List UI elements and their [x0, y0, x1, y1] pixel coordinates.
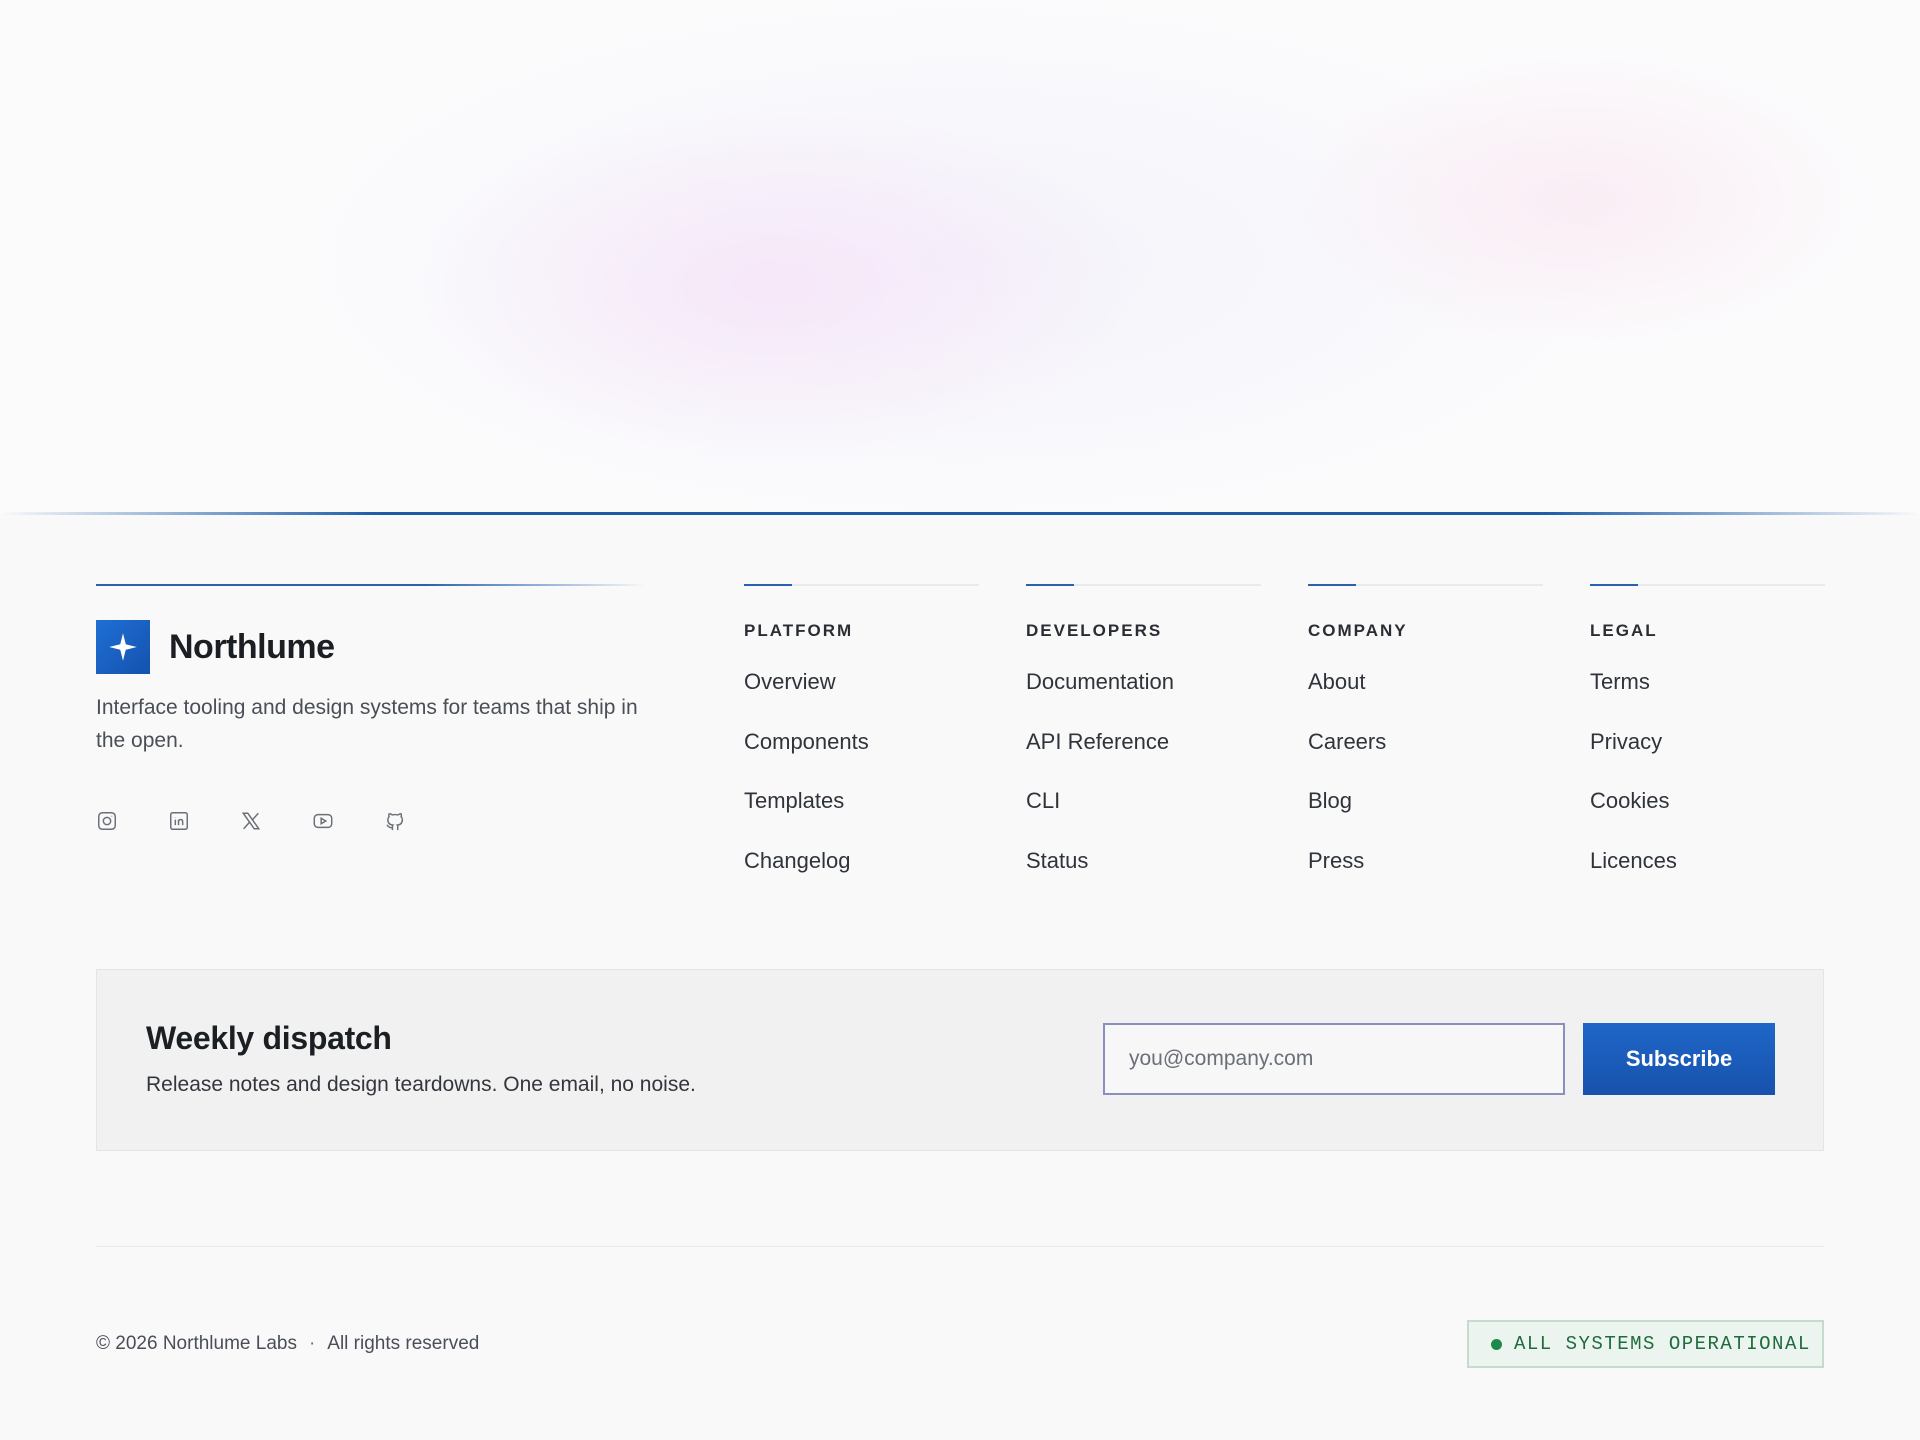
x-link[interactable]	[240, 810, 262, 832]
newsletter-panel: Weekly dispatch Release notes and design…	[96, 969, 1824, 1151]
site-footer: Northlume Interface tooling and design s…	[0, 515, 1920, 1440]
status-label: ALL SYSTEMS OPERATIONAL	[1514, 1333, 1811, 1355]
column-title: PLATFORM	[744, 621, 854, 640]
hero-background	[0, 0, 1920, 513]
footer-link-status[interactable]: Status	[1026, 848, 1261, 908]
footer-link-templates[interactable]: Templates	[744, 788, 979, 848]
brand-name: Northlume	[169, 627, 335, 666]
status-badge[interactable]: ALL SYSTEMS OPERATIONAL	[1467, 1320, 1824, 1368]
subscribe-button[interactable]: Subscribe	[1583, 1023, 1775, 1095]
copyright: © 2026 Northlume Labs · All rights reser…	[96, 1333, 479, 1355]
linkedin-icon	[170, 812, 188, 830]
newsletter-title: Weekly dispatch	[146, 1020, 392, 1056]
footer-link-changelog[interactable]: Changelog	[744, 848, 979, 908]
youtube-link[interactable]	[312, 810, 334, 832]
column-title: DEVELOPERS	[1026, 621, 1163, 640]
footer-link-careers[interactable]: Careers	[1308, 729, 1543, 789]
logo-icon	[96, 620, 150, 674]
footer-column-company: COMPANY About Careers Blog Press	[1308, 584, 1543, 907]
footer-link-terms[interactable]: Terms	[1590, 669, 1825, 729]
social-links	[96, 810, 406, 832]
instagram-icon	[98, 812, 116, 830]
bottom-divider	[96, 1246, 1824, 1247]
youtube-icon	[313, 813, 333, 829]
copyright-separator: ·	[308, 1333, 316, 1354]
instagram-link[interactable]	[96, 810, 118, 832]
footer-column-legal: LEGAL Terms Privacy Cookies Licences	[1590, 584, 1825, 907]
brand-tagline: Interface tooling and design systems for…	[96, 696, 638, 752]
linkedin-link[interactable]	[168, 810, 190, 832]
column-rule	[1308, 584, 1543, 586]
footer-link-components[interactable]: Components	[744, 729, 979, 789]
footer-link-privacy[interactable]: Privacy	[1590, 729, 1825, 789]
x-icon	[241, 812, 261, 830]
status-dot-icon	[1491, 1338, 1502, 1350]
footer-link-cli[interactable]: CLI	[1026, 788, 1261, 848]
brand-rule	[96, 584, 646, 586]
footer-column-platform: PLATFORM Overview Components Templates C…	[744, 584, 979, 907]
column-rule	[744, 584, 979, 586]
footer-link-about[interactable]: About	[1308, 669, 1543, 729]
github-icon	[386, 813, 404, 831]
footer-link-documentation[interactable]: Documentation	[1026, 669, 1261, 729]
footer-column-developers: DEVELOPERS Documentation API Reference C…	[1026, 584, 1261, 907]
copyright-text: © 2026 Northlume Labs	[96, 1333, 297, 1354]
column-rule	[1026, 584, 1261, 586]
footer-link-press[interactable]: Press	[1308, 848, 1543, 908]
footer-link-api-reference[interactable]: API Reference	[1026, 729, 1261, 789]
newsletter-description: Release notes and design teardowns. One …	[146, 1073, 696, 1096]
column-title: LEGAL	[1590, 621, 1658, 640]
column-title: COMPANY	[1308, 621, 1408, 640]
footer-link-overview[interactable]: Overview	[744, 669, 979, 729]
footer-link-blog[interactable]: Blog	[1308, 788, 1543, 848]
github-link[interactable]	[384, 810, 406, 832]
column-rule	[1590, 584, 1825, 586]
footer-link-licences[interactable]: Licences	[1590, 848, 1825, 908]
footer-link-cookies[interactable]: Cookies	[1590, 788, 1825, 848]
brand[interactable]: Northlume	[96, 620, 335, 674]
email-field[interactable]	[1103, 1023, 1565, 1095]
rights-text: All rights reserved	[327, 1333, 480, 1354]
